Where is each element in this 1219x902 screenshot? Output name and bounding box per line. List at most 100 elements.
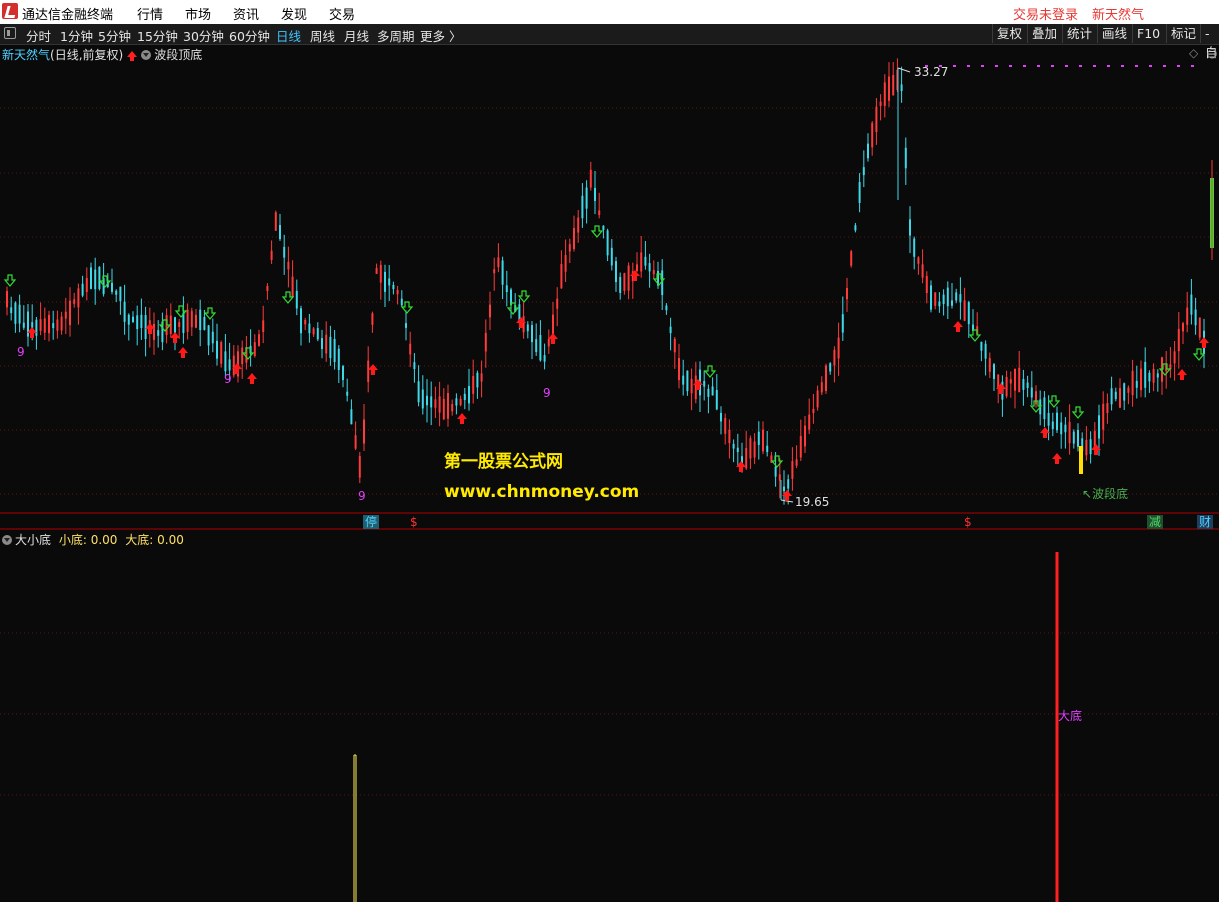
candle-body: [955, 292, 958, 301]
candle-body: [946, 287, 949, 307]
candle-body: [1005, 376, 1008, 397]
buy-arrow-icon: [247, 373, 257, 384]
sub-indicator-name[interactable]: 大小底: [15, 533, 51, 547]
candle-body: [262, 320, 265, 333]
scroll-right-icon[interactable]: ○: [1207, 46, 1217, 60]
candle-body: [123, 301, 126, 322]
diamond-icon[interactable]: ◇: [1189, 46, 1198, 60]
candle-body: [279, 224, 281, 240]
buy-arrow-icon: [630, 270, 640, 281]
small-bottom-label: 小底:: [58, 533, 87, 547]
candle-body: [472, 376, 475, 394]
candle-body: [547, 338, 550, 347]
candle-body: [778, 474, 781, 481]
candle-body: [804, 425, 806, 447]
candle-body: [1123, 383, 1126, 401]
buy-arrow-icon: [1199, 337, 1209, 348]
buy-arrow-icon: [178, 347, 188, 358]
big-bottom-value: 0.00: [157, 533, 184, 547]
candle-body: [888, 76, 890, 101]
candle-body: [232, 355, 235, 376]
candle-body: [581, 195, 584, 219]
candle-body: [980, 341, 983, 351]
candle-body: [543, 355, 546, 362]
candle-body: [325, 334, 328, 354]
sell-arrow-icon: [770, 455, 784, 468]
candle-body: [1085, 440, 1088, 456]
candle-body: [1026, 382, 1029, 388]
indicator-dropdown-icon[interactable]: [141, 50, 152, 60]
candle-body: [930, 285, 932, 310]
reduce-holding-tag[interactable]: 减: [1147, 515, 1164, 529]
candle-body: [820, 382, 823, 393]
candle-body: [627, 265, 630, 291]
candle-body: [1022, 379, 1025, 390]
candle-body: [434, 399, 437, 408]
candle-body: [283, 246, 286, 258]
suspend-tag[interactable]: 停: [363, 515, 380, 529]
candle-body: [308, 323, 311, 334]
buy-arrow-icon: [1177, 369, 1187, 380]
candle-body: [270, 250, 273, 261]
candle-body: [316, 328, 319, 340]
buy-arrow-icon: [693, 379, 703, 390]
candle-body: [258, 334, 260, 346]
candle-body: [757, 431, 760, 445]
watermark-url: www.chnmoney.com: [444, 482, 640, 502]
candle-body: [606, 230, 609, 256]
candle-body: [1051, 421, 1054, 430]
candle-body: [1068, 421, 1071, 444]
candle-body: [808, 414, 811, 430]
candle-body: [837, 337, 840, 359]
sell-arrow-icon: [281, 291, 295, 304]
wave-bottom-label: ↖波段底: [1082, 487, 1129, 501]
candle-body: [1064, 424, 1067, 433]
candle-body: [253, 342, 256, 357]
dividend-tag[interactable]: $: [408, 515, 420, 529]
sell-arrow-icon: [400, 301, 414, 314]
candle-body: [745, 448, 748, 469]
candle-body: [1060, 422, 1063, 435]
kline-chart-canvas[interactable]: [0, 0, 1219, 902]
candle-body: [1182, 323, 1184, 332]
candle-body: [812, 408, 815, 414]
candle-body: [829, 363, 832, 372]
candle-body: [644, 256, 647, 266]
candle-body: [375, 267, 378, 274]
candle-body: [862, 167, 865, 176]
indicator-name[interactable]: 波段顶底: [154, 48, 202, 62]
candle-body: [854, 225, 857, 231]
sub-panel-bars: [353, 552, 1059, 902]
candle-body: [1093, 430, 1096, 447]
candle-body: [732, 443, 735, 449]
candle-body: [1131, 370, 1134, 396]
candle-body: [354, 435, 357, 449]
candle-body: [337, 348, 340, 370]
dividend-tag[interactable]: $: [962, 515, 974, 529]
candle-body: [367, 360, 370, 383]
candle-body: [564, 255, 567, 272]
candle-body: [497, 257, 500, 268]
candle-body: [686, 370, 689, 392]
candle-body: [211, 331, 214, 344]
candle-body: [1173, 351, 1176, 364]
candle-body: [988, 358, 991, 372]
candle-body: [791, 461, 794, 479]
candle-body: [598, 210, 601, 216]
financial-report-tag[interactable]: 财: [1197, 515, 1214, 529]
big-bottom-label: 大底:: [125, 533, 154, 547]
candle-body: [619, 276, 622, 293]
candle-body: [1102, 403, 1105, 430]
candle-body: [342, 366, 344, 381]
candle-body: [993, 364, 995, 379]
candle-body: [1089, 439, 1092, 455]
candle-body: [300, 308, 302, 334]
candle-body: [85, 277, 88, 292]
main-panel-header: 新天然气(日线,前复权) 波段顶底: [2, 46, 202, 63]
buy-arrow-icon: [953, 321, 963, 332]
indicator-dropdown-icon[interactable]: [2, 535, 12, 545]
candle-body: [1190, 294, 1193, 315]
candle-body: [1152, 368, 1155, 383]
candle-body: [291, 276, 294, 298]
count-digit: 9: [358, 489, 366, 503]
